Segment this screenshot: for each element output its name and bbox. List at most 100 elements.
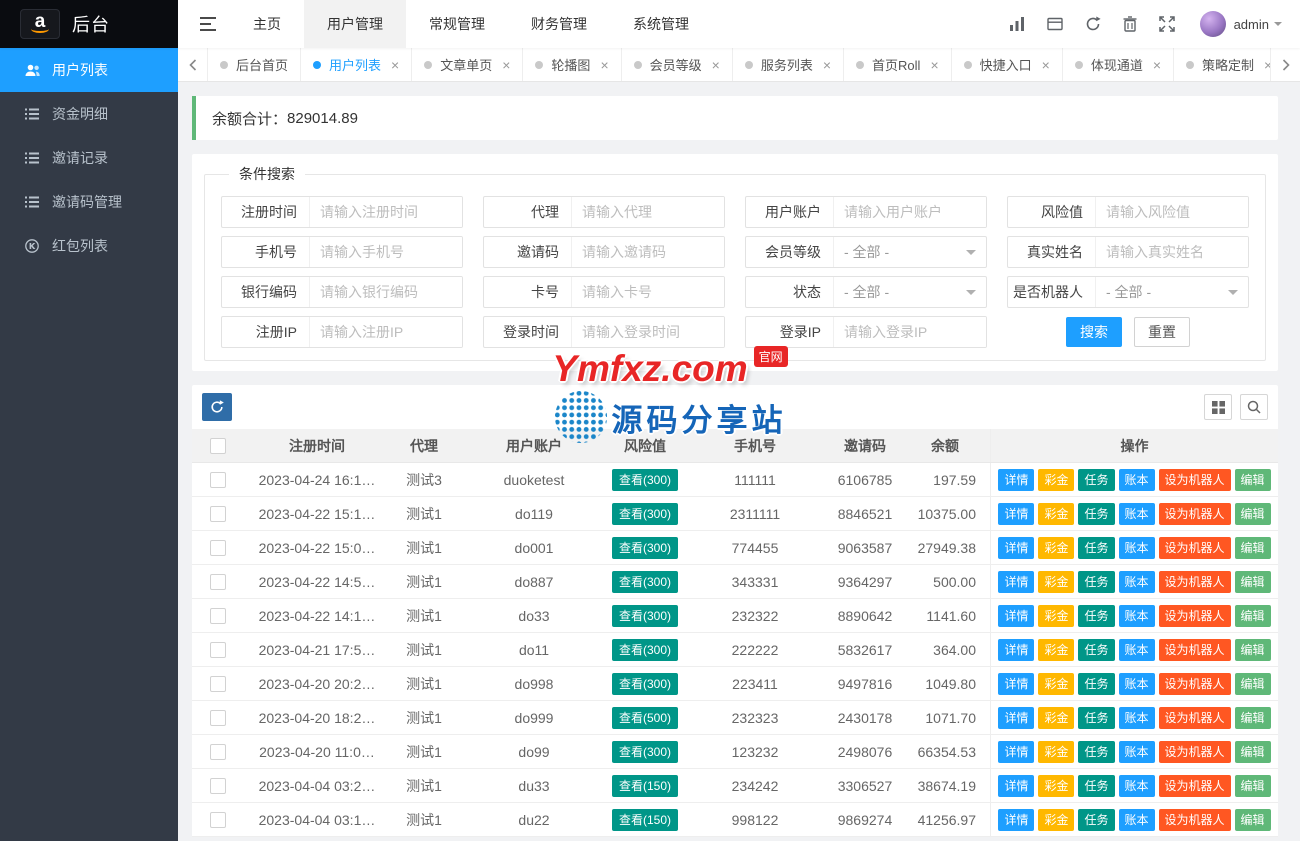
row-checkbox[interactable]	[210, 540, 226, 556]
fullscreen-icon[interactable]	[1148, 0, 1186, 48]
detail-button[interactable]: 详情	[998, 775, 1034, 797]
username[interactable]: admin	[1234, 17, 1269, 32]
row-checkbox[interactable]	[210, 812, 226, 828]
trash-icon[interactable]	[1112, 0, 1148, 48]
topnav-item[interactable]: 系统管理	[610, 0, 712, 48]
field-input[interactable]	[1096, 197, 1248, 227]
field-input[interactable]	[572, 197, 724, 227]
risk-view-badge[interactable]: 查看(300)	[612, 469, 678, 491]
tab[interactable]: 文章单页 ×	[412, 48, 523, 81]
edit-button[interactable]: 编辑	[1235, 571, 1271, 593]
chart-icon[interactable]	[998, 0, 1036, 48]
bonus-button[interactable]: 彩金	[1038, 537, 1074, 559]
tab[interactable]: 后台首页	[208, 48, 301, 81]
refresh-icon[interactable]	[1074, 0, 1112, 48]
edit-button[interactable]: 编辑	[1235, 775, 1271, 797]
sidebar-item[interactable]: 邀请记录	[0, 136, 178, 180]
tab[interactable]: 服务列表 ×	[733, 48, 844, 81]
edit-button[interactable]: 编辑	[1235, 469, 1271, 491]
topnav-item[interactable]: 常规管理	[406, 0, 508, 48]
user-avatar[interactable]	[1200, 11, 1226, 37]
task-button[interactable]: 任务	[1078, 673, 1114, 695]
edit-button[interactable]: 编辑	[1235, 605, 1271, 627]
ledger-button[interactable]: 账本	[1119, 469, 1155, 491]
row-checkbox[interactable]	[210, 778, 226, 794]
field-input[interactable]	[310, 197, 462, 227]
risk-view-badge[interactable]: 查看(500)	[612, 707, 678, 729]
sidebar-toggle-icon[interactable]	[178, 0, 230, 48]
risk-view-badge[interactable]: 查看(150)	[612, 809, 678, 831]
detail-button[interactable]: 详情	[998, 605, 1034, 627]
task-button[interactable]: 任务	[1078, 741, 1114, 763]
edit-button[interactable]: 编辑	[1235, 503, 1271, 525]
tab[interactable]: 首页Roll ×	[844, 48, 952, 81]
tab[interactable]: 体现通道 ×	[1063, 48, 1174, 81]
columns-grid-icon[interactable]	[1204, 394, 1232, 420]
set-robot-button[interactable]: 设为机器人	[1159, 809, 1231, 831]
tab[interactable]: 轮播图 ×	[523, 48, 621, 81]
field-input[interactable]	[1096, 237, 1248, 267]
ledger-button[interactable]: 账本	[1119, 809, 1155, 831]
ledger-button[interactable]: 账本	[1119, 741, 1155, 763]
ledger-button[interactable]: 账本	[1119, 639, 1155, 661]
bonus-button[interactable]: 彩金	[1038, 809, 1074, 831]
bonus-button[interactable]: 彩金	[1038, 775, 1074, 797]
ledger-button[interactable]: 账本	[1119, 707, 1155, 729]
detail-button[interactable]: 详情	[998, 741, 1034, 763]
bonus-button[interactable]: 彩金	[1038, 503, 1074, 525]
ledger-button[interactable]: 账本	[1119, 775, 1155, 797]
search-button[interactable]: 搜索	[1066, 317, 1122, 347]
table-refresh-button[interactable]	[202, 393, 232, 421]
field-input[interactable]	[310, 317, 462, 347]
field-input[interactable]	[310, 237, 462, 267]
topnav-item[interactable]: 财务管理	[508, 0, 610, 48]
risk-view-badge[interactable]: 查看(300)	[612, 571, 678, 593]
field-input[interactable]	[572, 317, 724, 347]
detail-button[interactable]: 详情	[998, 537, 1034, 559]
tab-close-icon[interactable]: ×	[1042, 57, 1050, 73]
reset-button[interactable]: 重置	[1134, 317, 1190, 347]
bonus-button[interactable]: 彩金	[1038, 639, 1074, 661]
tab-close-icon[interactable]: ×	[391, 57, 399, 73]
field-input[interactable]	[572, 277, 724, 307]
tabs-scroll-left[interactable]	[178, 48, 208, 81]
tab-close-icon[interactable]: ×	[930, 57, 938, 73]
tab[interactable]: 会员等级 ×	[622, 48, 733, 81]
tab[interactable]: 用户列表 ×	[301, 48, 412, 81]
topnav-item[interactable]: 用户管理	[304, 0, 406, 48]
row-checkbox[interactable]	[210, 608, 226, 624]
bonus-button[interactable]: 彩金	[1038, 605, 1074, 627]
risk-view-badge[interactable]: 查看(300)	[612, 673, 678, 695]
set-robot-button[interactable]: 设为机器人	[1159, 537, 1231, 559]
bonus-button[interactable]: 彩金	[1038, 741, 1074, 763]
detail-button[interactable]: 详情	[998, 639, 1034, 661]
set-robot-button[interactable]: 设为机器人	[1159, 571, 1231, 593]
risk-view-badge[interactable]: 查看(300)	[612, 537, 678, 559]
set-robot-button[interactable]: 设为机器人	[1159, 639, 1231, 661]
row-checkbox[interactable]	[210, 642, 226, 658]
detail-button[interactable]: 详情	[998, 503, 1034, 525]
ledger-button[interactable]: 账本	[1119, 673, 1155, 695]
row-checkbox[interactable]	[210, 676, 226, 692]
bonus-button[interactable]: 彩金	[1038, 673, 1074, 695]
row-checkbox[interactable]	[210, 506, 226, 522]
row-checkbox[interactable]	[210, 710, 226, 726]
set-robot-button[interactable]: 设为机器人	[1159, 741, 1231, 763]
tab-close-icon[interactable]: ×	[1153, 57, 1161, 73]
tab-close-icon[interactable]: ×	[600, 57, 608, 73]
tabs-scroll-right[interactable]	[1270, 48, 1300, 81]
detail-button[interactable]: 详情	[998, 707, 1034, 729]
edit-button[interactable]: 编辑	[1235, 707, 1271, 729]
edit-button[interactable]: 编辑	[1235, 809, 1271, 831]
ledger-button[interactable]: 账本	[1119, 537, 1155, 559]
risk-view-badge[interactable]: 查看(300)	[612, 503, 678, 525]
row-checkbox[interactable]	[210, 472, 226, 488]
risk-view-badge[interactable]: 查看(300)	[612, 741, 678, 763]
topnav-item[interactable]: 主页	[230, 0, 304, 48]
sidebar-item[interactable]: 邀请码管理	[0, 180, 178, 224]
field-select[interactable]: - 全部 -	[1096, 277, 1248, 307]
task-button[interactable]: 任务	[1078, 775, 1114, 797]
row-checkbox[interactable]	[210, 574, 226, 590]
detail-button[interactable]: 详情	[998, 673, 1034, 695]
risk-view-badge[interactable]: 查看(300)	[612, 639, 678, 661]
